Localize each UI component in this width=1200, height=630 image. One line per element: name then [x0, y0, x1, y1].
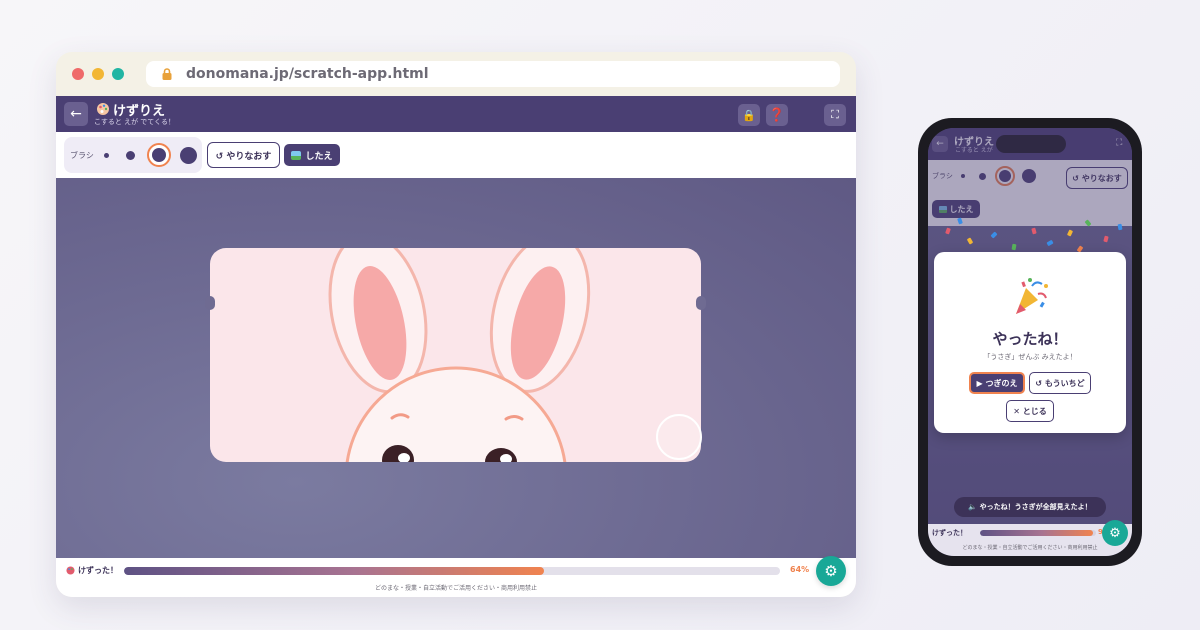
back-button[interactable]: ←	[64, 102, 88, 126]
fullscreen-icon: ⛶	[831, 108, 839, 121]
success-modal: やったね！ 「うさぎ」ぜんぶ みえたよ！ ▶ つぎのえ ↺ もういちど ✕ とじ…	[934, 252, 1126, 433]
address-bar[interactable]: donomana.jp/scratch-app.html	[146, 61, 840, 87]
phone-progress-zone: けずった！ 97% どのまな・授業・自立活動でご活用ください・商用利用禁止	[928, 524, 1132, 556]
url-text: donomana.jp/scratch-app.html	[186, 66, 429, 82]
progress-fill	[124, 567, 544, 575]
card-edge-notch-right	[696, 296, 706, 310]
try-again-button[interactable]: ↺ もういちど	[1029, 372, 1091, 394]
phone-progress-fill	[980, 530, 1093, 536]
browser-window: donomana.jp/scratch-app.html ← けずりえ こすると…	[56, 52, 856, 597]
phone-progress-bar	[980, 530, 1096, 536]
speech-toast: 🔈 やったね！うさぎが全部見えたよ！	[954, 497, 1106, 517]
phone-screen: ← けずりえ こすると えが ⛶ ブラシ ↺ やりなおす したえ やったね！ 「…	[928, 128, 1132, 556]
app-subtitle: こすると えが でてくる！	[94, 118, 175, 126]
unlock-button[interactable]: 🔒	[738, 104, 760, 126]
brush-size-xlarge[interactable]	[179, 146, 197, 164]
brush-cursor	[656, 414, 702, 460]
progress-percent: 64%	[790, 565, 810, 574]
card-edge-notch-left	[205, 296, 215, 310]
toolbar: ブラシ ↺ やりなおす したえ	[56, 132, 856, 178]
modal-subtitle: 「うさぎ」ぜんぶ みえたよ！	[983, 353, 1077, 361]
palette-icon	[97, 103, 109, 115]
browser-chrome: donomana.jp/scratch-app.html	[56, 52, 856, 96]
minimize-window-dot[interactable]	[92, 68, 104, 80]
brush-size-small[interactable]	[103, 152, 109, 158]
settings-button[interactable]: ⚙	[816, 556, 846, 586]
palette-icon	[66, 566, 75, 575]
open-lock-icon: 🔒	[742, 108, 756, 122]
phone-settings-button[interactable]: ⚙	[1102, 520, 1128, 546]
footer-note: どのまな・授業・自立活動でご活用ください・商用利用禁止	[374, 585, 537, 592]
brush-size-group: ブラシ	[64, 137, 202, 173]
underlay-label: したえ	[305, 151, 333, 162]
picture-icon	[291, 150, 302, 160]
redo-reset-button[interactable]: ↺ やりなおす	[207, 142, 280, 168]
scratch-card[interactable]	[210, 248, 701, 462]
brush-label: ブラシ	[70, 150, 94, 160]
rabbit-illustration	[328, 248, 591, 462]
fullscreen-button[interactable]: ⛶	[824, 104, 846, 126]
gear-icon: ⚙	[824, 562, 838, 580]
phone-progress-label: けずった！	[932, 529, 967, 537]
confetti-piece	[1117, 223, 1123, 231]
brush-dot-large	[151, 148, 166, 162]
modal-title: やったね！	[992, 330, 1068, 348]
close-modal-button[interactable]: ✕ とじる	[1006, 400, 1054, 422]
scratch-canvas-area[interactable]	[56, 178, 856, 558]
party-popper-icon	[1016, 278, 1048, 314]
progress-label: けずった！	[78, 566, 118, 575]
progress-bar	[124, 567, 780, 575]
app-header: ← けずりえ こすると えが でてくる！ 🔒 ❓ ⛶	[56, 96, 856, 132]
progress-zone: けずった！ 64% どのまな・授業・自立活動でご活用ください・商用利用禁止	[56, 558, 856, 597]
question-icon: ❓	[768, 107, 786, 123]
maximize-window-dot[interactable]	[112, 68, 124, 80]
brush-size-medium[interactable]	[125, 150, 135, 160]
underlay-button[interactable]: したえ	[284, 144, 340, 166]
help-button[interactable]: ❓	[766, 104, 788, 126]
lock-icon	[162, 68, 172, 80]
gear-icon: ⚙	[1109, 525, 1121, 541]
phone-footer-note: どのまな・授業・自立活動でご活用ください・商用利用禁止	[962, 545, 1098, 551]
close-window-dot[interactable]	[72, 68, 84, 80]
phone-frame: ← けずりえ こすると えが ⛶ ブラシ ↺ やりなおす したえ やったね！ 「…	[918, 118, 1142, 566]
brush-size-large-selected[interactable]	[146, 143, 171, 167]
next-picture-button[interactable]: ▶ つぎのえ	[969, 372, 1025, 394]
